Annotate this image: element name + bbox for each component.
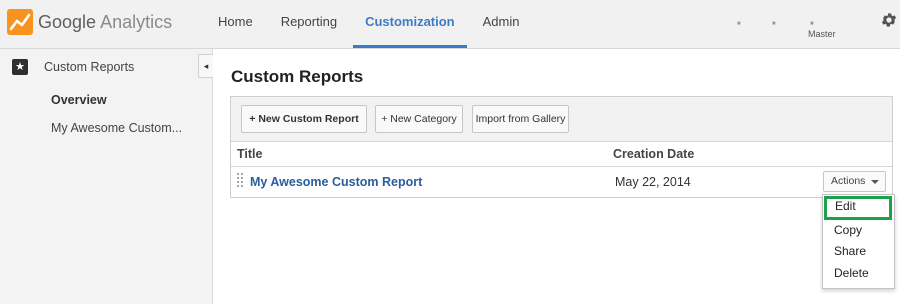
custom-reports-panel: + New Custom Report + New Category Impor… xyxy=(230,96,893,198)
table-row: My Awesome Custom Report May 22, 2014 Ac… xyxy=(231,167,892,197)
nav-admin[interactable]: Admin xyxy=(471,0,532,48)
column-header-title[interactable]: Title xyxy=(237,147,262,161)
main-nav: Home Reporting Customization Admin xyxy=(206,0,535,48)
account-view-label[interactable]: Master xyxy=(808,29,836,39)
new-category-button[interactable]: + New Category xyxy=(375,105,463,133)
sidebar-item-overview[interactable]: Overview xyxy=(51,93,107,107)
actions-dropdown-button[interactable]: Actions xyxy=(823,171,886,192)
menu-item-copy[interactable]: Copy xyxy=(823,220,894,240)
menu-item-delete[interactable]: Delete xyxy=(823,263,894,283)
report-creation-date: May 22, 2014 xyxy=(615,175,691,189)
nav-home[interactable]: Home xyxy=(206,0,265,48)
menu-item-share[interactable]: Share xyxy=(823,241,894,261)
table-header: Title Creation Date xyxy=(231,142,892,167)
google-analytics-logo[interactable]: Google Analytics xyxy=(7,8,172,36)
new-custom-report-button[interactable]: + New Custom Report xyxy=(241,105,367,133)
actions-label: Actions xyxy=(831,175,866,187)
account-selector-dot: ■ xyxy=(810,21,814,27)
logo-product: Analytics xyxy=(100,11,173,32)
logo-brand: Google xyxy=(38,11,97,32)
chevron-down-icon xyxy=(871,180,879,184)
actions-menu: Edit Copy Share Delete xyxy=(822,194,895,289)
star-icon: ★ xyxy=(12,59,28,75)
nav-reporting[interactable]: Reporting xyxy=(269,0,349,48)
gear-icon[interactable] xyxy=(880,11,898,29)
toolbar: + New Custom Report + New Category Impor… xyxy=(231,97,892,142)
sidebar-collapse-button[interactable]: ◂ xyxy=(198,54,213,78)
nav-customization[interactable]: Customization xyxy=(353,0,467,48)
logo-text: Google Analytics xyxy=(38,12,172,33)
report-title-link[interactable]: My Awesome Custom Report xyxy=(250,175,422,189)
drag-handle-icon[interactable] xyxy=(237,173,243,187)
analytics-logo-icon xyxy=(7,9,33,35)
column-header-creation-date[interactable]: Creation Date xyxy=(613,147,694,161)
sidebar-item-my-awesome-custom-report[interactable]: My Awesome Custom... xyxy=(51,121,182,135)
account-selector-dot: ■ xyxy=(737,21,741,27)
import-from-gallery-button[interactable]: Import from Gallery xyxy=(472,105,569,133)
top-bar: Google Analytics Home Reporting Customiz… xyxy=(0,0,900,49)
sidebar-section-custom-reports[interactable]: ★ Custom Reports xyxy=(12,59,134,75)
account-selector-dot: ■ xyxy=(772,21,776,27)
sidebar-section-label: Custom Reports xyxy=(44,60,135,74)
menu-item-edit[interactable]: Edit xyxy=(824,196,892,220)
sidebar: ◂ ★ Custom Reports Overview My Awesome C… xyxy=(0,49,213,304)
page-title: Custom Reports xyxy=(231,67,364,86)
